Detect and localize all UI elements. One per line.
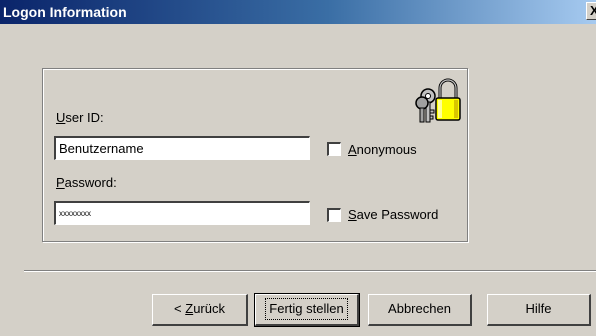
cancel-button[interactable]: Abbrechen <box>368 294 472 326</box>
close-button[interactable]: X <box>586 2 596 20</box>
user-id-input[interactable] <box>54 136 310 160</box>
back-button[interactable]: < Zurück <box>152 294 248 326</box>
password-input[interactable] <box>54 201 310 225</box>
help-button[interactable]: Hilfe <box>487 294 591 326</box>
save-password-checkbox[interactable] <box>327 208 341 222</box>
save-password-label[interactable]: Save Password <box>348 207 438 222</box>
close-icon: X <box>590 3 596 18</box>
anonymous-label[interactable]: Anonymous <box>348 142 417 157</box>
finish-button[interactable]: Fertig stellen <box>254 293 360 327</box>
lock-with-keys-icon <box>415 78 461 123</box>
user-id-label: User ID: <box>56 110 104 125</box>
separator <box>24 270 596 272</box>
anonymous-checkbox[interactable] <box>327 142 341 156</box>
password-label: Password: <box>56 175 117 190</box>
window-title: Logon Information <box>3 4 127 20</box>
finish-button-label: Fertig stellen <box>265 298 348 320</box>
title-bar[interactable]: Logon Information X <box>0 0 596 24</box>
